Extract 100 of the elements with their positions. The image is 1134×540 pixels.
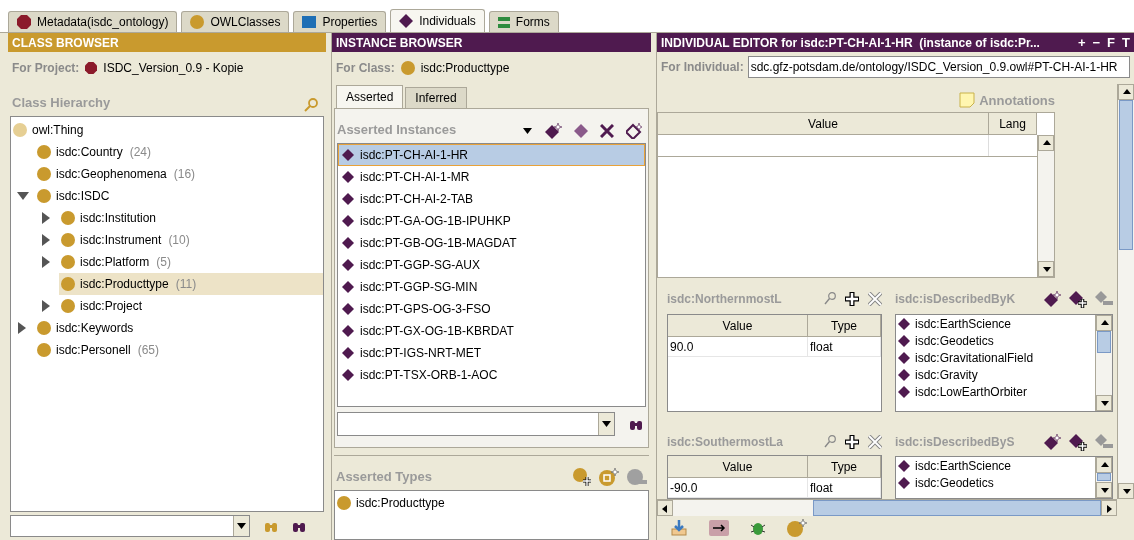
diamond-icon bbox=[342, 281, 354, 293]
tree-item[interactable]: isdc:Geophenomena (16) bbox=[35, 163, 202, 185]
tree-item[interactable]: isdc:Project bbox=[59, 295, 149, 317]
instance-item[interactable]: isdc:PT-CH-AI-2-TAB bbox=[338, 188, 645, 210]
tree-item[interactable]: isdc:Institution bbox=[59, 207, 163, 229]
search-combo-box[interactable] bbox=[10, 515, 250, 537]
import-icon[interactable] bbox=[671, 520, 687, 536]
circle-icon bbox=[190, 15, 205, 29]
column-header: Value bbox=[668, 315, 808, 336]
field-label: For Individual: bbox=[661, 59, 744, 76]
instance-item[interactable]: isdc:EarthScience bbox=[896, 315, 1095, 332]
dropdown-arrow-icon[interactable] bbox=[523, 128, 532, 134]
instance-item[interactable]: isdc:Geodetics bbox=[896, 332, 1095, 349]
scroll-down-button[interactable] bbox=[1096, 482, 1112, 498]
instance-item[interactable]: isdc:Gravity bbox=[896, 366, 1095, 383]
scrollbar[interactable] bbox=[657, 499, 1117, 516]
expanded-arrow-icon[interactable] bbox=[17, 191, 29, 201]
tab[interactable]: Individuals bbox=[390, 9, 485, 32]
instance-item[interactable]: isdc:Geodetics bbox=[896, 474, 1095, 492]
add-instance-icon[interactable] bbox=[1069, 290, 1087, 308]
delete-icon[interactable] bbox=[600, 124, 614, 138]
scroll-thumb[interactable] bbox=[1119, 100, 1133, 250]
scrollbar[interactable] bbox=[1117, 84, 1134, 499]
scroll-right-button[interactable] bbox=[1101, 500, 1117, 516]
instance-item[interactable]: isdc:PT-CH-AI-1-HR bbox=[338, 144, 645, 166]
header-button[interactable]: − bbox=[1092, 36, 1101, 49]
tree-item[interactable]: isdc:Personell (65) bbox=[35, 339, 166, 361]
scrollbar[interactable] bbox=[1037, 135, 1054, 277]
collapsed-arrow-icon[interactable] bbox=[41, 212, 51, 224]
header-button[interactable]: F bbox=[1107, 36, 1116, 49]
scroll-left-button[interactable] bbox=[657, 500, 673, 516]
tree-item[interactable]: owl:Thing bbox=[11, 119, 90, 141]
tab[interactable]: Asserted bbox=[336, 85, 404, 108]
diamond-icon bbox=[342, 325, 354, 337]
instance-item[interactable]: isdc:GravitationalField bbox=[896, 349, 1095, 366]
scroll-up-button[interactable] bbox=[1038, 135, 1054, 151]
scrollbar[interactable] bbox=[1095, 315, 1112, 411]
collapsed-arrow-icon[interactable] bbox=[41, 256, 51, 268]
add-instance-icon[interactable] bbox=[1069, 433, 1087, 452]
tree-item[interactable]: isdc:Producttype (11) bbox=[59, 273, 323, 295]
scroll-down-button[interactable] bbox=[1038, 261, 1054, 277]
add-icon[interactable] bbox=[844, 291, 860, 307]
scroll-down-button[interactable] bbox=[1118, 483, 1134, 499]
tab[interactable]: Properties bbox=[293, 11, 387, 32]
section-title: Asserted Instances bbox=[337, 120, 457, 139]
tab[interactable]: OWLClasses bbox=[181, 11, 290, 32]
property-name: isdc:SouthermostLa bbox=[667, 433, 783, 451]
diamond-icon bbox=[342, 193, 354, 205]
instance-item[interactable]: isdc:PT-GGP-SG-AUX bbox=[338, 254, 645, 276]
uri-field[interactable]: sdc.gfz-potsdam.de/ontology/ISDC_Version_0.9.owl#PT-CH-AI-1-HR bbox=[747, 56, 1130, 78]
instance-item[interactable]: isdc:PT-GX-OG-1B-KBRDAT bbox=[338, 320, 645, 342]
create-instance-icon[interactable] bbox=[1043, 291, 1061, 307]
collapsed-arrow-icon[interactable] bbox=[41, 300, 51, 312]
instance-item[interactable]: isdc:PT-CH-AI-1-MR bbox=[338, 166, 645, 188]
collapsed-arrow-icon[interactable] bbox=[17, 322, 27, 334]
tab[interactable]: Metadata(isdc_ontology) bbox=[8, 11, 178, 32]
diamond-icon bbox=[342, 149, 354, 161]
scroll-down-button[interactable] bbox=[1096, 395, 1112, 411]
tree-item[interactable]: isdc:Country (24) bbox=[35, 141, 158, 163]
instance-item[interactable]: isdc:PT-GPS-OG-3-FSO bbox=[338, 298, 645, 320]
scroll-up-button[interactable] bbox=[1118, 84, 1134, 100]
header-button[interactable]: + bbox=[1077, 36, 1086, 49]
scroll-up-button[interactable] bbox=[1096, 457, 1112, 474]
create-instance-icon[interactable] bbox=[1043, 434, 1061, 451]
bug-icon[interactable] bbox=[751, 520, 765, 536]
tree-item[interactable]: isdc:Instrument (10) bbox=[59, 229, 196, 251]
search-combo-box[interactable] bbox=[337, 412, 615, 436]
scroll-thumb[interactable] bbox=[1097, 473, 1111, 482]
add-instance-icon[interactable] bbox=[626, 123, 642, 139]
scrollbar[interactable] bbox=[1095, 457, 1112, 498]
scroll-thumb[interactable] bbox=[813, 500, 1101, 516]
copy-instance-icon[interactable] bbox=[574, 124, 588, 138]
tree-item[interactable]: isdc:Keywords bbox=[35, 317, 140, 339]
create-class-icon[interactable] bbox=[599, 468, 619, 486]
search-icon[interactable] bbox=[824, 434, 836, 449]
instance-item[interactable]: isdc:PT-GGP-SG-MIN bbox=[338, 276, 645, 298]
instance-item[interactable]: isdc:PT-TSX-ORB-1-AOC bbox=[338, 364, 645, 386]
tab[interactable]: Forms bbox=[488, 11, 559, 32]
add-icon[interactable] bbox=[844, 433, 860, 450]
instance-item[interactable]: isdc:LowEarthOrbiter bbox=[896, 383, 1095, 400]
search-icon[interactable] bbox=[824, 292, 836, 306]
tab[interactable]: Inferred bbox=[405, 87, 467, 108]
tree-item[interactable]: isdc:Platform (5) bbox=[59, 251, 178, 273]
scroll-up-button[interactable] bbox=[1096, 315, 1112, 331]
add-class-icon[interactable] bbox=[573, 468, 591, 486]
collapsed-arrow-icon[interactable] bbox=[41, 234, 51, 246]
diamond-icon bbox=[342, 215, 354, 227]
header-button[interactable]: T bbox=[1122, 36, 1130, 49]
diamond-icon bbox=[898, 351, 910, 364]
property-name: isdc:isDescribedByS bbox=[895, 434, 1015, 452]
instance-item[interactable]: isdc:PT-GB-OG-1B-MAGDAT bbox=[338, 232, 645, 254]
create-instance-icon[interactable] bbox=[544, 123, 562, 139]
instance-item[interactable]: isdc:PT-GA-OG-1B-IPUHKP bbox=[338, 210, 645, 232]
count-label: (24) bbox=[129, 144, 152, 161]
tree-item[interactable]: isdc:ISDC bbox=[35, 185, 116, 207]
instance-item[interactable]: isdc:EarthScience bbox=[896, 457, 1095, 475]
scroll-thumb[interactable] bbox=[1097, 331, 1111, 353]
type-item[interactable]: isdc:Producttype bbox=[335, 493, 648, 513]
instance-item[interactable]: isdc:PT-IGS-NRT-MET bbox=[338, 342, 645, 364]
dropdown-arrow-icon bbox=[237, 523, 246, 529]
